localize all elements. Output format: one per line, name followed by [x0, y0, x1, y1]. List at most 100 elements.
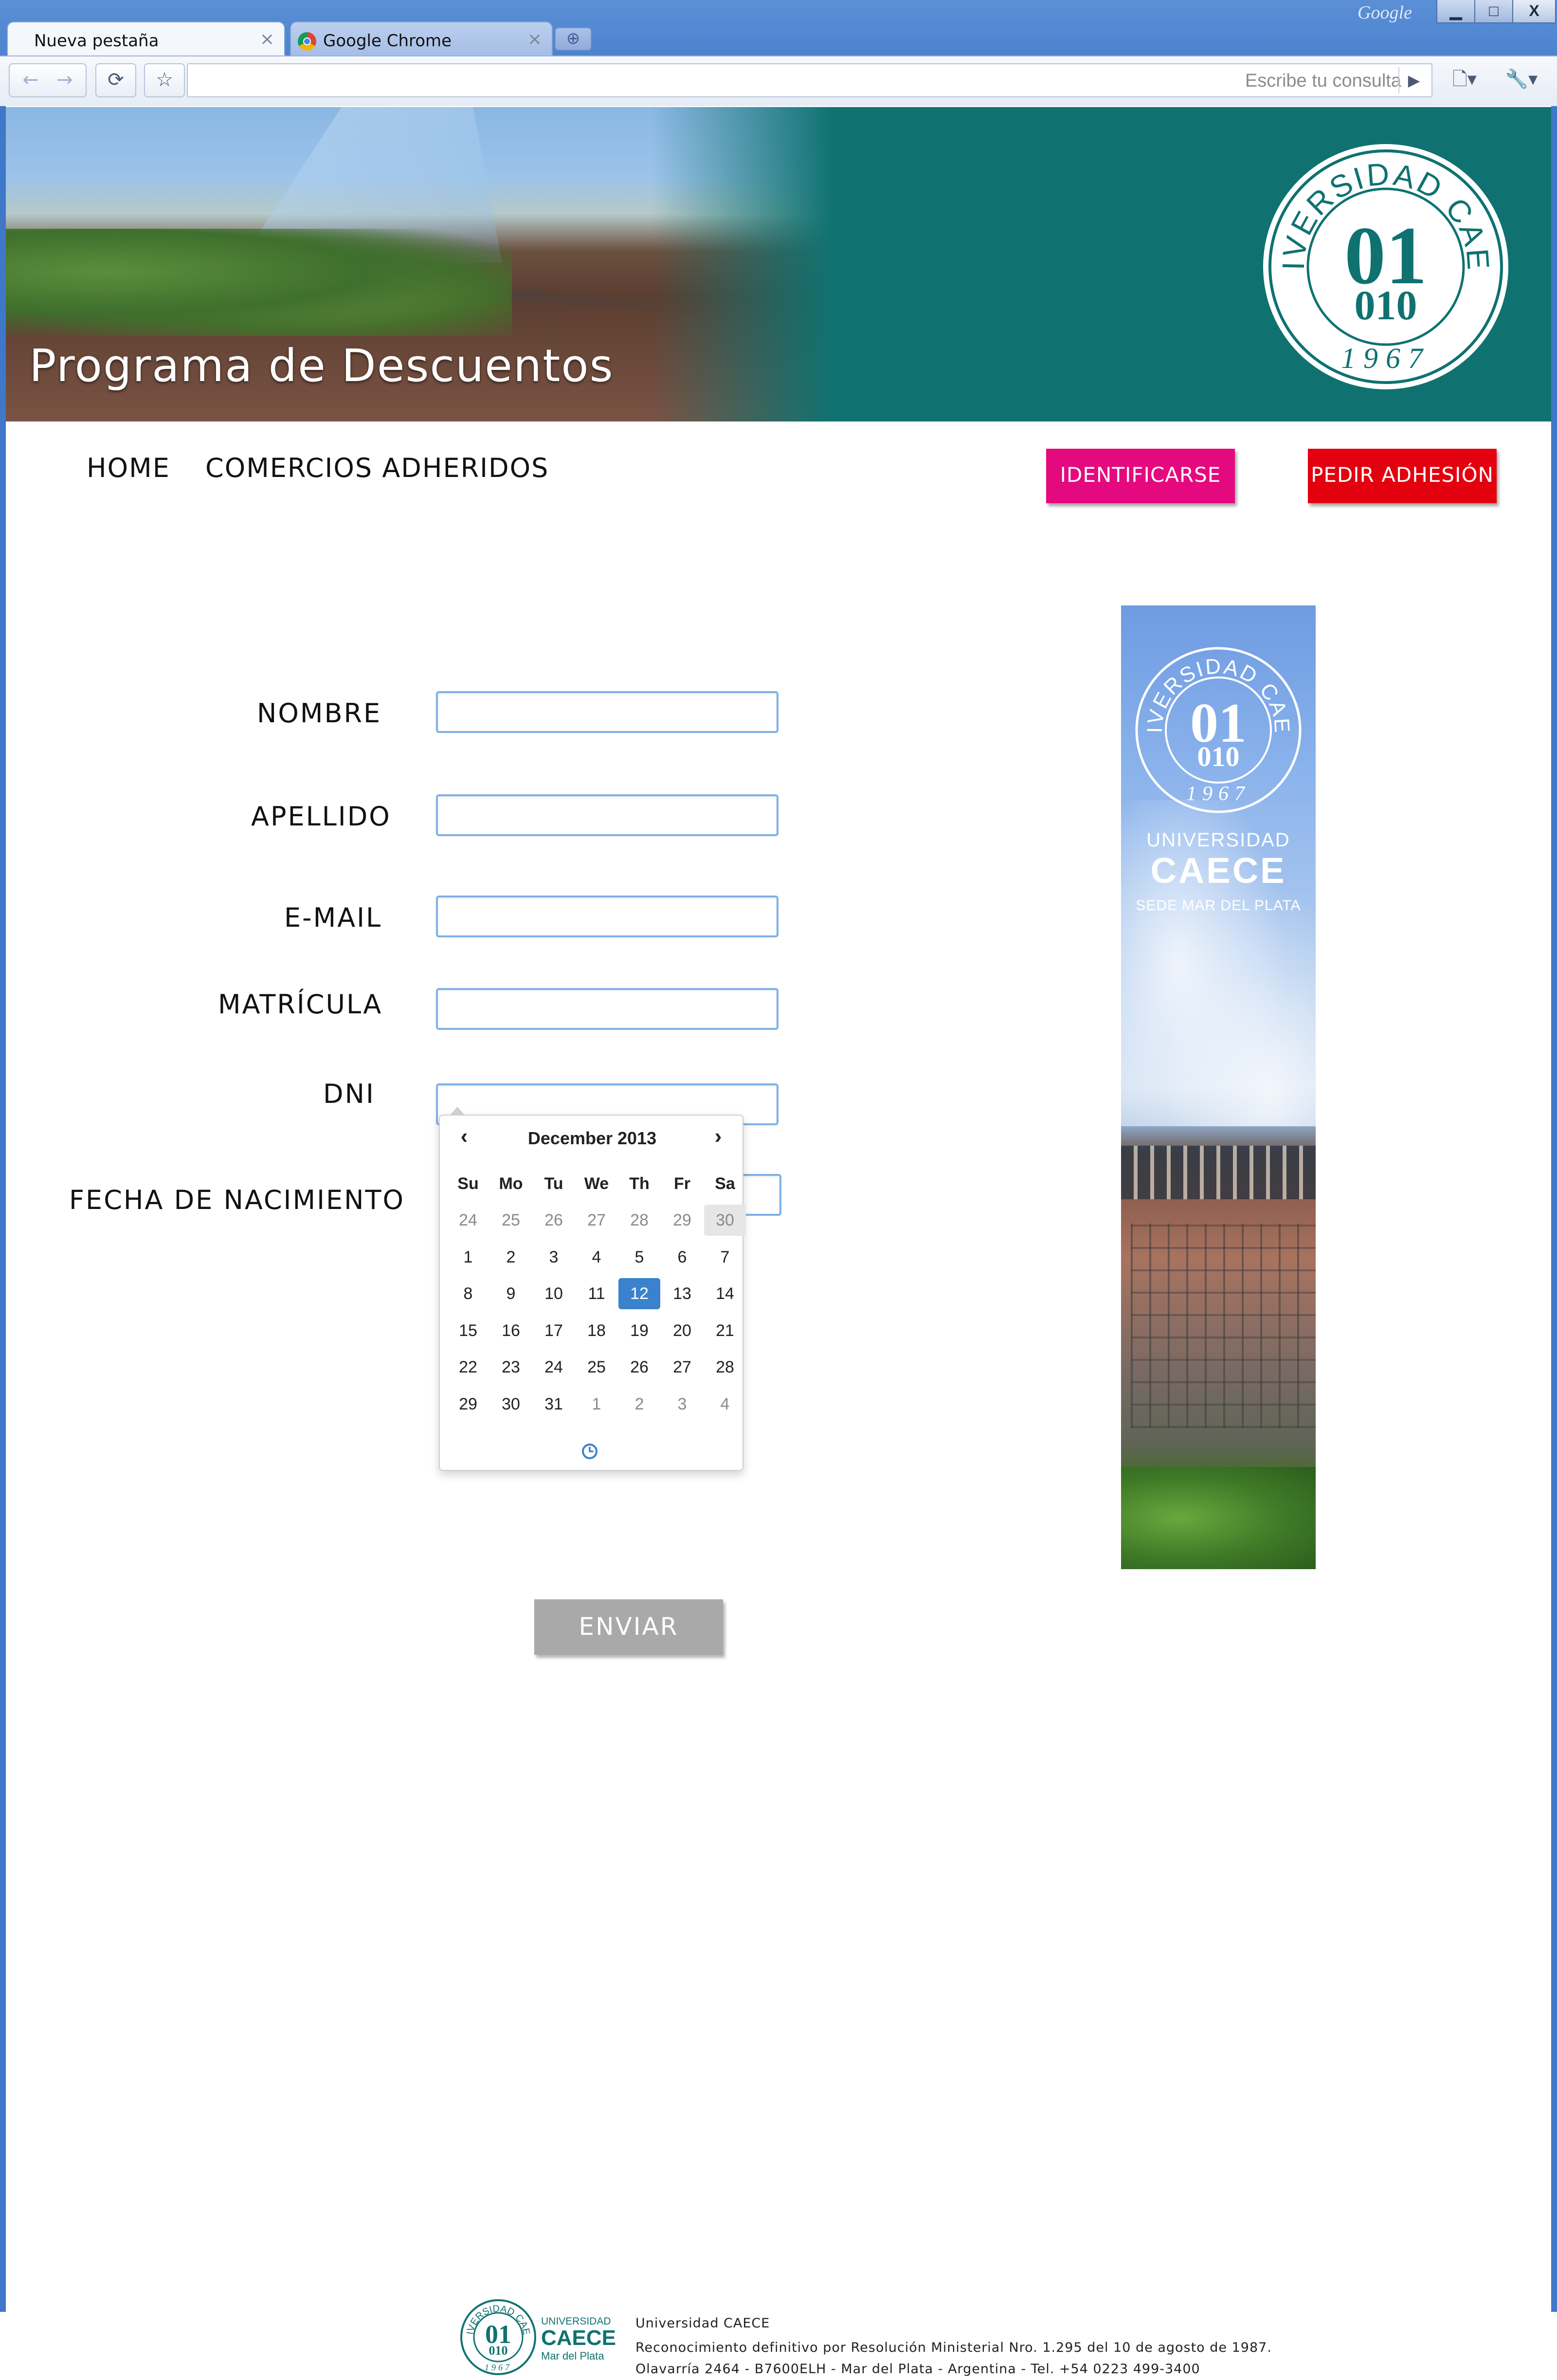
- day-cell[interactable]: 1: [576, 1389, 617, 1420]
- tab-google-chrome[interactable]: Google Chrome ×: [290, 21, 553, 56]
- day-cell[interactable]: 3: [533, 1242, 575, 1273]
- day-cell[interactable]: 24: [447, 1205, 489, 1236]
- weekday-label: Sa: [715, 1174, 735, 1193]
- day-cell[interactable]: 25: [576, 1352, 617, 1383]
- day-cell-selected[interactable]: 12: [618, 1278, 660, 1310]
- datepicker-popup: ‹ December 2013 › Su Mo Tu We Th Fr Sa 2…: [439, 1107, 746, 1471]
- day-cell[interactable]: 10: [533, 1278, 575, 1309]
- day-cell[interactable]: 25: [490, 1205, 532, 1236]
- weekday-label: Th: [629, 1174, 650, 1193]
- university-seal-logo: UNIVERSIDAD CAECE 01 010 1967: [1260, 141, 1508, 389]
- browser-chrome: Nueva pestaña × Google Chrome × ⊕ Google…: [0, 0, 1557, 106]
- nombre-input[interactable]: [436, 691, 778, 733]
- nav-home-link[interactable]: HOME: [87, 453, 170, 483]
- day-cell[interactable]: 26: [618, 1352, 660, 1383]
- nav-comercios-adheridos-link[interactable]: COMERCIOS ADHERIDOS: [205, 453, 549, 483]
- back-arrow-icon[interactable]: ←: [14, 64, 48, 95]
- omnibox-input[interactable]: [194, 66, 1402, 95]
- day-cell[interactable]: 27: [576, 1205, 617, 1236]
- browser-toolbar: ←→ ⟳ ☆ ▶ 🗋▾ 🔧▾: [0, 55, 1557, 106]
- day-cell[interactable]: 24: [533, 1352, 575, 1383]
- day-cell[interactable]: 30: [490, 1389, 532, 1420]
- footer-recognition: Reconocimiento definitivo por Resolución…: [635, 2340, 1272, 2355]
- day-cell[interactable]: 15: [447, 1315, 489, 1346]
- day-cell[interactable]: 22: [447, 1352, 489, 1383]
- day-cell[interactable]: 2: [490, 1242, 532, 1273]
- day-cell[interactable]: 4: [704, 1389, 746, 1420]
- day-cell[interactable]: 26: [533, 1205, 575, 1236]
- pedir-adhesion-button[interactable]: PEDIR ADHESIÓN: [1308, 449, 1497, 503]
- footer-logo-campus: Mar del Plata: [541, 2350, 604, 2362]
- tab-close-icon[interactable]: ×: [527, 29, 542, 49]
- tab-close-icon[interactable]: ×: [260, 29, 274, 49]
- new-tab-button[interactable]: ⊕: [555, 27, 592, 51]
- enviar-button[interactable]: ENVIAR: [534, 1599, 723, 1655]
- datepicker-calendar-grid: Su Mo Tu We Th Fr Sa 24 25 26 27 28 29 3…: [447, 1165, 746, 1423]
- day-cell[interactable]: 16: [490, 1315, 532, 1346]
- day-cell[interactable]: 4: [576, 1242, 617, 1273]
- day-cell[interactable]: 3: [661, 1389, 703, 1420]
- day-cell[interactable]: 6: [661, 1242, 703, 1273]
- tab-nueva-pestana[interactable]: Nueva pestaña ×: [7, 21, 285, 56]
- side-photo-garden: [1121, 1467, 1316, 1569]
- close-window-button[interactable]: X: [1512, 0, 1556, 23]
- page-menu-icon[interactable]: 🗋▾: [1439, 63, 1490, 97]
- weekday-label: Tu: [544, 1174, 563, 1193]
- back-forward-buttons[interactable]: ← →: [9, 63, 87, 97]
- day-cell[interactable]: 13: [661, 1278, 703, 1309]
- side-seal-year: 1967: [1186, 783, 1250, 805]
- day-cell[interactable]: 21: [704, 1315, 746, 1346]
- day-cell[interactable]: 7: [704, 1242, 746, 1273]
- datepicker-month-title[interactable]: December 2013: [498, 1128, 686, 1149]
- reload-icon[interactable]: ⟳: [95, 63, 136, 97]
- weekday-label: Fr: [674, 1174, 690, 1193]
- datepicker-week-row: 24 25 26 27 28 29 30: [447, 1202, 746, 1239]
- day-cell[interactable]: 9: [490, 1278, 532, 1309]
- day-cell[interactable]: 17: [533, 1315, 575, 1346]
- day-cell[interactable]: 1: [447, 1242, 489, 1273]
- day-cell[interactable]: 29: [447, 1389, 489, 1420]
- day-cell[interactable]: 23: [490, 1352, 532, 1383]
- identificarse-button[interactable]: IDENTIFICARSE: [1046, 449, 1235, 503]
- day-cell[interactable]: 14: [704, 1278, 746, 1309]
- datepicker-next-button[interactable]: ›: [708, 1124, 728, 1149]
- day-cell[interactable]: 27: [661, 1352, 703, 1383]
- day-cell[interactable]: 19: [618, 1315, 660, 1346]
- forward-arrow-icon[interactable]: →: [48, 64, 82, 95]
- fecha-nacimiento-label: FECHA DE NACIMIENTO: [69, 1185, 405, 1215]
- day-cell[interactable]: 2: [618, 1389, 660, 1420]
- day-cell[interactable]: 11: [576, 1278, 617, 1309]
- day-cell[interactable]: 20: [661, 1315, 703, 1346]
- side-seal-bottom-number: 010: [1197, 741, 1240, 772]
- tab-label: Google Chrome: [323, 31, 452, 51]
- window-frame-left: [0, 106, 6, 2312]
- day-cell[interactable]: 5: [618, 1242, 660, 1273]
- matricula-input[interactable]: [436, 988, 778, 1030]
- clock-icon[interactable]: [581, 1443, 598, 1460]
- day-cell-hovered[interactable]: 30: [704, 1205, 746, 1236]
- day-cell[interactable]: 8: [447, 1278, 489, 1309]
- footer-address: Olavarría 2464 - B7600ELH - Mar del Plat…: [635, 2362, 1200, 2377]
- go-arrow-icon[interactable]: ▶: [1398, 67, 1429, 93]
- bookmark-star-icon[interactable]: ☆: [144, 63, 185, 97]
- email-input[interactable]: [436, 896, 778, 937]
- day-cell[interactable]: 31: [533, 1389, 575, 1420]
- day-cell[interactable]: 29: [661, 1205, 703, 1236]
- omnibox[interactable]: ▶: [187, 63, 1432, 97]
- weekday-label: Mo: [499, 1174, 523, 1193]
- footer-logo-name: CAECE: [541, 2326, 616, 2350]
- apellido-input[interactable]: [436, 794, 778, 836]
- datepicker-week-row: 1 2 3 4 5 6 7: [447, 1239, 737, 1276]
- page-viewport: Programa de Descuentos UNIVERSIDAD CAECE…: [6, 107, 1551, 2377]
- datepicker-prev-button[interactable]: ‹: [454, 1124, 474, 1149]
- minimize-button[interactable]: ▁: [1436, 0, 1475, 23]
- nombre-label: NOMBRE: [257, 698, 382, 729]
- maximize-button[interactable]: □: [1474, 0, 1513, 23]
- wrench-menu-icon[interactable]: 🔧▾: [1495, 63, 1548, 97]
- day-cell[interactable]: 28: [618, 1205, 660, 1236]
- footer-seal-year: 1967: [485, 2362, 512, 2372]
- chrome-favicon-icon: [298, 32, 316, 51]
- footer-university-logo: UNIVERSIDAD CAECE 01 010 1967 UNIVERSIDA…: [458, 2297, 616, 2375]
- day-cell[interactable]: 18: [576, 1315, 617, 1346]
- day-cell[interactable]: 28: [704, 1352, 746, 1383]
